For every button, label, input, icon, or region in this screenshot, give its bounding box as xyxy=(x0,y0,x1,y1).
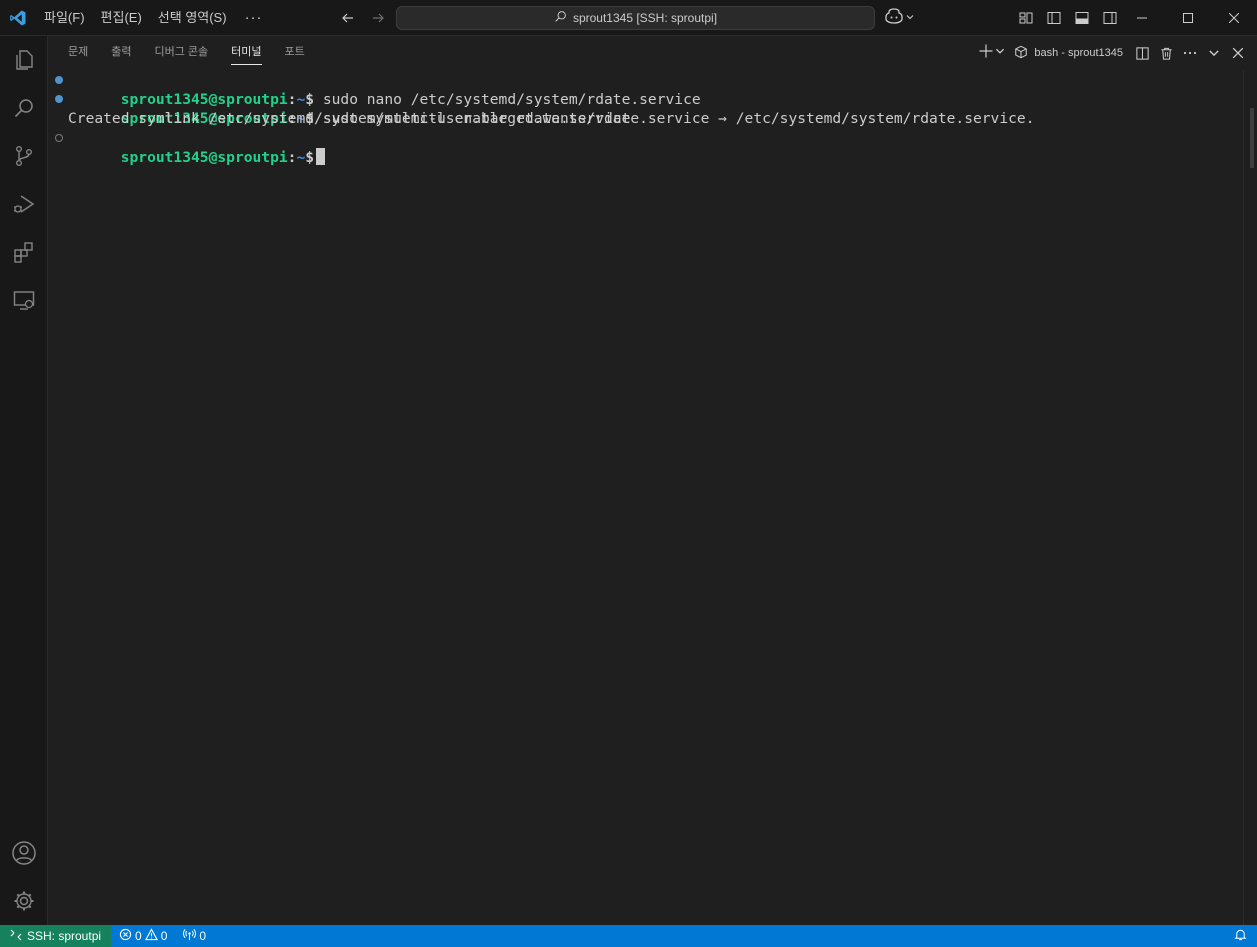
extensions-icon[interactable] xyxy=(0,228,48,276)
status-bar: SSH: sproutpi 0 0 0 xyxy=(0,925,1257,947)
explorer-icon[interactable] xyxy=(0,36,48,84)
prompt-path: ~ xyxy=(296,148,306,166)
run-debug-icon[interactable] xyxy=(0,180,48,228)
terminal-line: sprout1345@sproutpi:~$ sudo nano /etc/sy… xyxy=(55,71,1243,108)
terminal-output-line: Created symlink /etc/systemd/system/mult… xyxy=(68,110,1035,128)
source-control-icon[interactable] xyxy=(0,132,48,180)
customize-layout-icon[interactable] xyxy=(1014,6,1038,30)
command-pending-decoration[interactable] xyxy=(55,133,63,142)
tab-debug-console[interactable]: 디버그 콘솔 xyxy=(147,36,217,70)
title-bar: 파일(F) 편집(E) 선택 영역(S) ··· sprout1345 [SSH… xyxy=(0,0,1257,36)
notifications-bell-icon[interactable] xyxy=(1234,928,1247,944)
prompt-dollar: $ xyxy=(305,148,315,166)
remote-icon xyxy=(10,929,22,944)
plus-icon xyxy=(978,43,994,64)
minimize-icon[interactable] xyxy=(1119,0,1165,36)
terminal-output[interactable]: sprout1345@sproutpi:~$ sudo nano /etc/sy… xyxy=(48,70,1243,925)
remote-indicator[interactable]: SSH: sproutpi xyxy=(0,925,112,947)
terminal-cursor xyxy=(316,147,326,165)
panel-header: 문제 출력 디버그 콘솔 터미널 포트 bash - sprout1345 xyxy=(48,36,1257,70)
broadcast-icon xyxy=(183,928,197,944)
menu-bar: 파일(F) 편집(E) 선택 영역(S) ··· xyxy=(36,0,273,36)
search-icon[interactable] xyxy=(0,84,48,132)
close-panel-icon[interactable] xyxy=(1227,41,1249,65)
toggle-panel-icon[interactable] xyxy=(1070,6,1094,30)
command-success-decoration[interactable] xyxy=(55,95,63,104)
terminal-name-label: bash - sprout1345 xyxy=(1034,47,1123,59)
remote-explorer-icon[interactable] xyxy=(0,276,48,324)
menu-file[interactable]: 파일(F) xyxy=(36,6,93,30)
chevron-down-icon xyxy=(905,9,915,27)
scrollbar-thumb[interactable] xyxy=(1250,108,1254,168)
command-center[interactable]: sprout1345 [SSH: sproutpi] xyxy=(396,6,875,30)
tab-output[interactable]: 출력 xyxy=(103,36,139,70)
activity-bar xyxy=(0,36,48,925)
error-icon xyxy=(119,928,132,944)
command-success-decoration[interactable] xyxy=(55,76,63,84)
tab-problems[interactable]: 문제 xyxy=(60,36,96,70)
maximize-panel-chevron-icon[interactable] xyxy=(1203,41,1225,65)
terminal-selector[interactable]: bash - sprout1345 xyxy=(1008,41,1129,65)
menu-more-button[interactable]: ··· xyxy=(235,9,273,26)
problems-indicator[interactable]: 0 0 xyxy=(111,925,175,947)
menu-selection[interactable]: 선택 영역(S) xyxy=(150,6,235,30)
tab-terminal[interactable]: 터미널 xyxy=(223,36,269,70)
search-icon xyxy=(554,10,567,26)
terminal-scrollbar[interactable] xyxy=(1243,70,1257,925)
account-icon[interactable] xyxy=(0,829,48,877)
command-center-label: sprout1345 [SSH: sproutpi] xyxy=(572,11,718,25)
remote-label: SSH: sproutpi xyxy=(27,929,102,943)
panel-tabs: 문제 출력 디버그 콘솔 터미널 포트 xyxy=(60,36,320,70)
terminal-current-prompt: sprout1345@sproutpi:~$ xyxy=(55,129,1243,166)
more-actions-icon[interactable] xyxy=(1179,41,1201,65)
split-terminal-icon[interactable] xyxy=(1131,41,1153,65)
trash-icon[interactable] xyxy=(1155,41,1177,65)
new-terminal-button[interactable] xyxy=(978,41,1006,65)
ports-indicator[interactable]: 0 xyxy=(175,925,214,947)
warning-icon xyxy=(144,928,158,944)
copilot-icon xyxy=(885,7,903,29)
terminal-box-icon xyxy=(1014,45,1028,62)
maximize-icon[interactable] xyxy=(1165,0,1211,36)
tab-ports[interactable]: 포트 xyxy=(277,36,313,70)
ports-count: 0 xyxy=(199,929,207,943)
copilot-button[interactable] xyxy=(885,6,915,30)
chevron-down-icon xyxy=(994,44,1006,62)
vscode-logo-icon xyxy=(0,0,36,36)
terminal-panel: 문제 출력 디버그 콘솔 터미널 포트 bash - sprout1345 sp… xyxy=(48,36,1257,925)
terminal-line: sprout1345@sproutpi:~$ sudo systemctl en… xyxy=(55,90,1243,127)
forward-arrow-icon[interactable] xyxy=(366,6,390,30)
menu-edit[interactable]: 편집(E) xyxy=(93,6,150,30)
prompt-user: sprout1345@sproutpi xyxy=(120,148,288,166)
settings-gear-icon[interactable] xyxy=(0,877,48,925)
warning-count: 0 xyxy=(160,929,168,943)
back-arrow-icon[interactable] xyxy=(336,6,360,30)
toggle-primary-sidebar-icon[interactable] xyxy=(1042,6,1066,30)
close-icon[interactable] xyxy=(1211,0,1257,36)
error-count: 0 xyxy=(135,929,142,943)
